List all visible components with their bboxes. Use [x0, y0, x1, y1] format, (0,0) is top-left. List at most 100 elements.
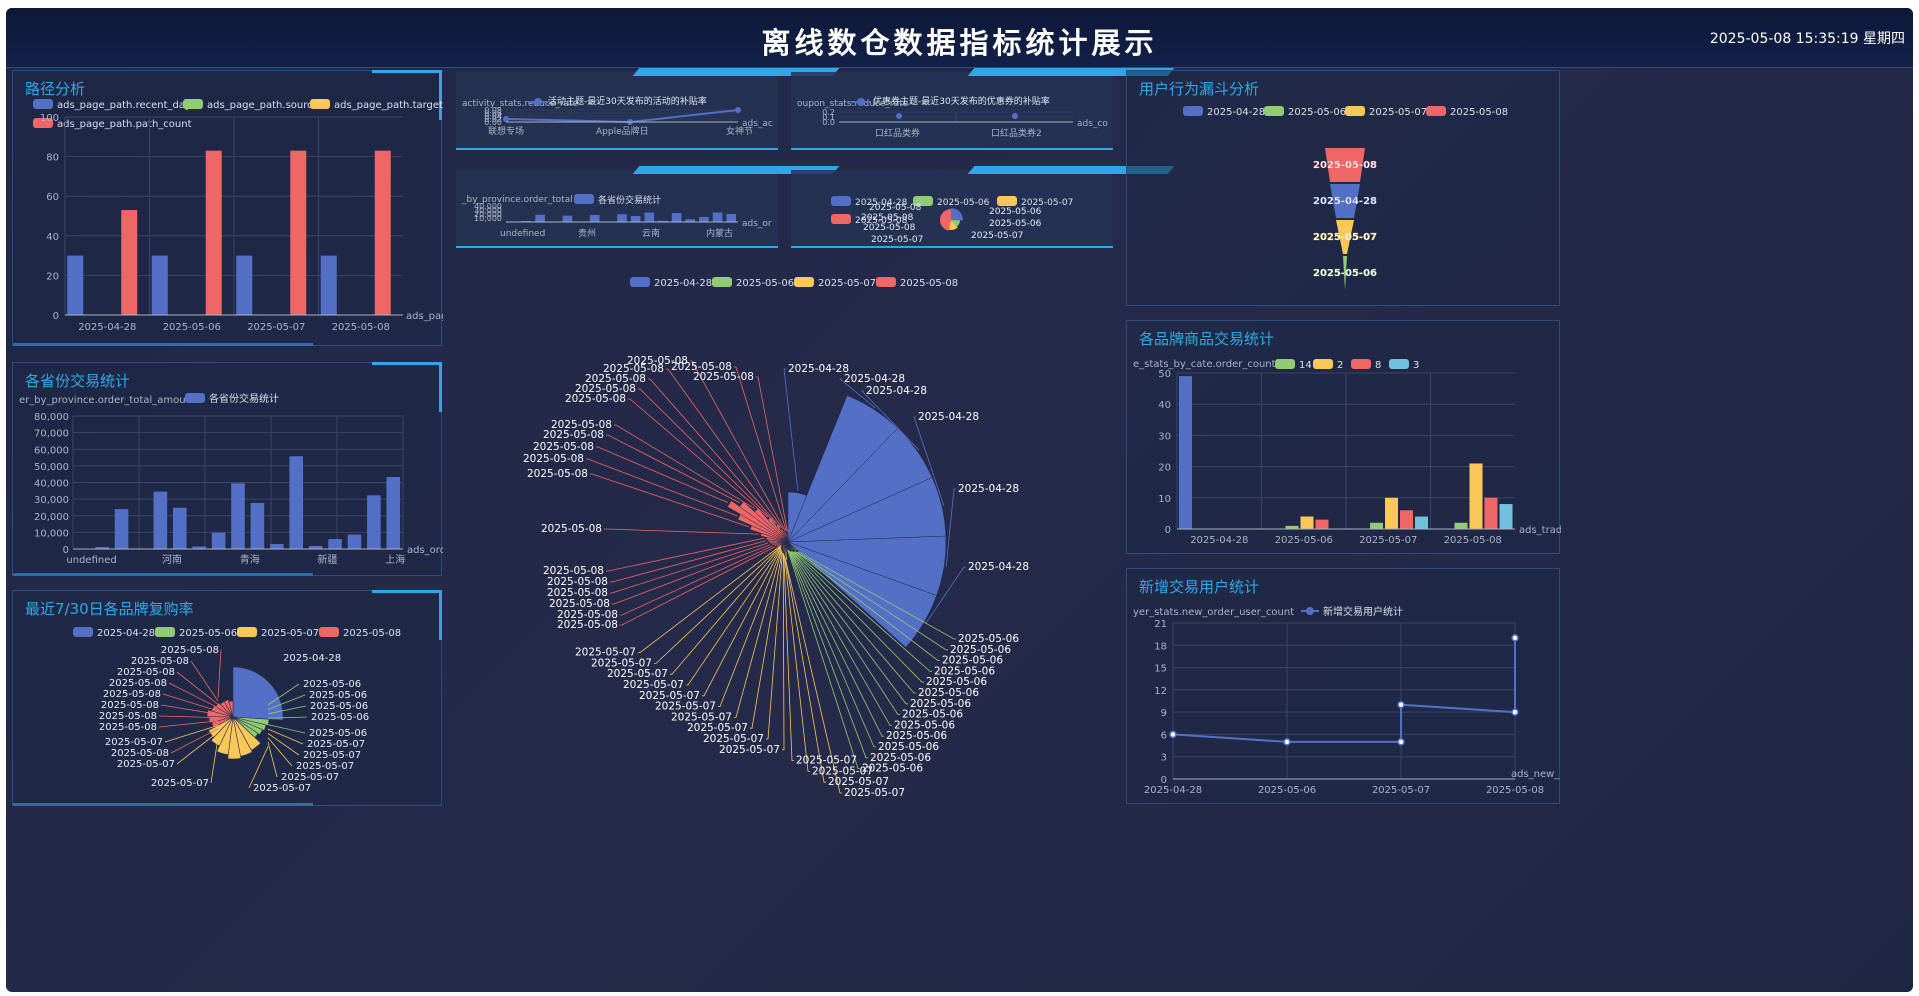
chart-activity: activity_stats.reduce_rate活动主题-最近30天发布的活… [462, 95, 773, 137]
y-tick-label: 6 [1161, 730, 1167, 741]
label-leader [945, 488, 956, 567]
slice-label: 2025-05-07 [828, 776, 889, 788]
label-leader [604, 528, 760, 535]
slice-label: 2025-05-08 [863, 223, 916, 233]
bar-province [211, 532, 226, 549]
slice-label: 2025-04-28 [968, 561, 1029, 573]
slice-label: 2025-05-07 [639, 690, 700, 702]
x-axis-label: ads_or [742, 219, 772, 229]
slice-label: 2025-05-08 [693, 371, 754, 383]
label-leader [160, 704, 219, 715]
label-leader [628, 398, 769, 518]
panel-newuser: 新增交易用户统计 yer_stats.new_order_user_count 新… [1126, 568, 1560, 804]
legend-center-1: 2025-05-06 [736, 278, 794, 289]
legend-swatch [1275, 359, 1295, 369]
x-axis-label: ads_orde [407, 545, 443, 556]
slice-label: 2025-05-08 [523, 453, 584, 465]
y-tick-label: 20 [46, 271, 59, 282]
legend-dot [534, 98, 542, 106]
chart-path: ads_page_path.recent_days ads_page_path.s… [33, 99, 443, 333]
slice-label: 2025-05-08 [557, 609, 618, 621]
x-tick-label: 2025-05-08 [332, 322, 390, 333]
legend-swatch [831, 196, 851, 206]
slice-label: 2025-05-08 [547, 587, 608, 599]
slice-label: 2025-05-07 [575, 647, 636, 659]
bar-province-small [630, 216, 641, 222]
y-tick-label: 30,000 [34, 495, 69, 506]
legend-swatch [319, 627, 339, 637]
bar-brand [1385, 497, 1398, 529]
label-leader [210, 737, 219, 784]
data-point [1283, 738, 1291, 746]
legend-dot [857, 98, 865, 106]
x-tick-label: 云南 [642, 227, 660, 239]
slice-label: 2025-05-08 [99, 711, 157, 722]
x-tick-label: 2025-04-28 [78, 322, 136, 333]
legend-swatch [574, 194, 594, 204]
slice-label: 2025-05-07 [307, 739, 365, 750]
label-leader [606, 537, 765, 572]
bar-province-small [535, 214, 545, 222]
bar-brand [1499, 504, 1513, 529]
slice-label: 2025-05-07 [844, 787, 905, 799]
y-tick-label: 12 [1154, 686, 1167, 697]
x-tick-label: 2025-05-07 [1372, 785, 1430, 796]
funnel-stage-label: 2025-04-28 [1313, 196, 1377, 207]
y-tick-label: 10,000 [34, 528, 69, 539]
x-tick-label: 新疆 [317, 553, 337, 566]
slice-label: 2025-05-07 [105, 737, 163, 748]
legend-brand-2: 2 [1337, 360, 1343, 371]
bar-province [231, 483, 245, 549]
legend-swatch [33, 99, 53, 109]
legend-brand-14: 14 [1299, 360, 1312, 371]
y-tick-label: 0 [53, 311, 59, 322]
slice-label: 2025-05-08 [549, 598, 610, 610]
slice-label: 2025-05-08 [861, 213, 914, 223]
legend-path-3: ads_page_path.path_count [57, 119, 192, 130]
legend-brand-3: 3 [1413, 360, 1419, 371]
funnel-stage-label: 2025-05-08 [1313, 160, 1377, 171]
slice-label: 2025-05-07 [796, 755, 857, 767]
slice-label: 2025-04-28 [958, 483, 1019, 495]
slice-label: 2025-05-06 [309, 690, 367, 701]
y-tick-label: 40 [46, 232, 59, 243]
legend-swatch [1351, 359, 1371, 369]
y-tick-label: 60,000 [34, 445, 69, 456]
slice-label: 2025-04-28 [788, 363, 849, 375]
x-tick-label: Apple品牌日 [596, 125, 649, 137]
label-leader [654, 545, 782, 664]
label-leader [164, 725, 219, 743]
legend-province-small: 各省份交易统计 [598, 194, 661, 206]
y-tick-label: 70,000 [34, 429, 69, 440]
legend-swatch [183, 99, 203, 109]
chart-title: 优惠券主题-最近30天发布的优惠券的补贴率 [873, 95, 1050, 107]
label-leader [168, 682, 219, 709]
legend-province: 各省份交易统计 [209, 392, 279, 405]
legend-swatch [155, 627, 175, 637]
slice-label: 2025-05-08 [117, 667, 175, 678]
slice-label: 2025-05-07 [687, 722, 748, 734]
header-bar: 离线数仓数据指标统计展示 2025-05-08 15:35:19 星期四 [6, 8, 1913, 68]
bar-brand [1370, 522, 1383, 529]
slice-label: 2025-05-08 [111, 748, 169, 759]
panel-funnel: 用户行为漏斗分析 2025-04-28 2025-05-06 2025-05-07 2… [1126, 70, 1560, 306]
x-tick-label: 2025-05-06 [1258, 785, 1316, 796]
slice-label: 2025-05-08 [543, 565, 604, 577]
label-leader [620, 545, 773, 616]
slice-label: 2025-05-08 [541, 523, 602, 535]
chart-brand: e_stats_by_cate.order_count 14 2 8 301020304… [1133, 359, 1561, 546]
label-leader [606, 434, 741, 504]
slice-label: 2025-05-08 [869, 203, 922, 213]
label-leader [783, 368, 799, 491]
chart-funnel: 2025-04-28 2025-05-06 2025-05-07 2025-05-08… [1183, 106, 1508, 290]
label-leader [267, 733, 300, 756]
slice-label: 2025-05-08 [161, 645, 219, 656]
panel-brand: 各品牌商品交易统计 e_stats_by_cate.order_count 14 2… [1126, 320, 1561, 554]
bar-province [270, 544, 284, 549]
label-leader [267, 742, 278, 778]
dashboard-screen: 离线数仓数据指标统计展示 2025-05-08 15:35:19 星期四 路径分… [6, 8, 1913, 992]
legend-swatch [712, 277, 732, 287]
bar-ads_page_path.path_count [374, 150, 391, 315]
slice-label: 2025-05-07 [303, 750, 361, 761]
bar-brand [1415, 516, 1428, 529]
